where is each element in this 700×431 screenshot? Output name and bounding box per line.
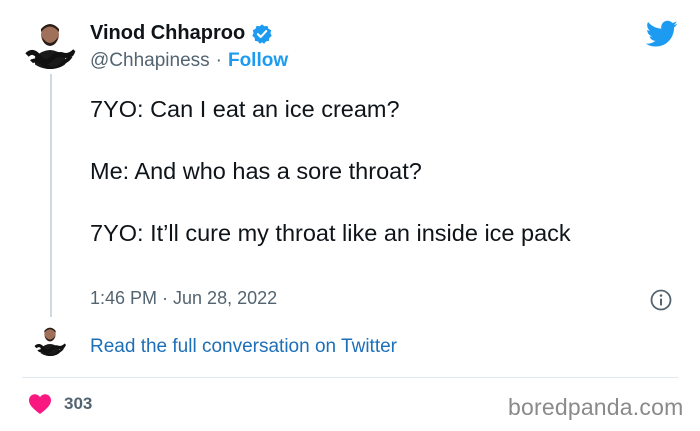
tweet-card: Vinod Chhaproo @Chhapiness · Follow 7YO:… (0, 0, 700, 431)
like-count: 303 (64, 394, 93, 413)
info-icon[interactable] (650, 289, 672, 311)
author-handle[interactable]: @Chhapiness (90, 50, 210, 72)
avatar-image (23, 15, 77, 69)
conversation-avatar[interactable] (33, 322, 67, 356)
twitter-bird-icon[interactable] (645, 20, 678, 48)
read-conversation-link[interactable]: Read the full conversation on Twitter (90, 336, 397, 358)
author-avatar[interactable] (23, 15, 77, 69)
heart-icon[interactable] (28, 393, 52, 415)
author-display-name[interactable]: Vinod Chhaproo (90, 22, 245, 45)
tweet-timestamp[interactable]: 1:46 PM · Jun 28, 2022 (90, 288, 277, 309)
tweet-line-2: Me: And who has a sore throat? (90, 158, 422, 184)
author-handle-row: @Chhapiness · Follow (90, 50, 288, 72)
tweet-line-3: 7YO: It’ll cure my throat like an inside… (90, 220, 571, 246)
tweet-text: 7YO: Can I eat an ice cream? Me: And who… (90, 94, 650, 249)
verified-badge-icon (251, 23, 273, 45)
tweet-line-1: 7YO: Can I eat an ice cream? (90, 96, 400, 122)
handle-separator: · (215, 50, 222, 71)
avatar-image-small (33, 322, 67, 356)
divider (22, 377, 678, 378)
author-name-row: Vinod Chhaproo (90, 22, 273, 45)
watermark: boredpanda.com (508, 394, 684, 420)
thread-connector-line (50, 74, 52, 317)
follow-button[interactable]: Follow (228, 50, 288, 72)
